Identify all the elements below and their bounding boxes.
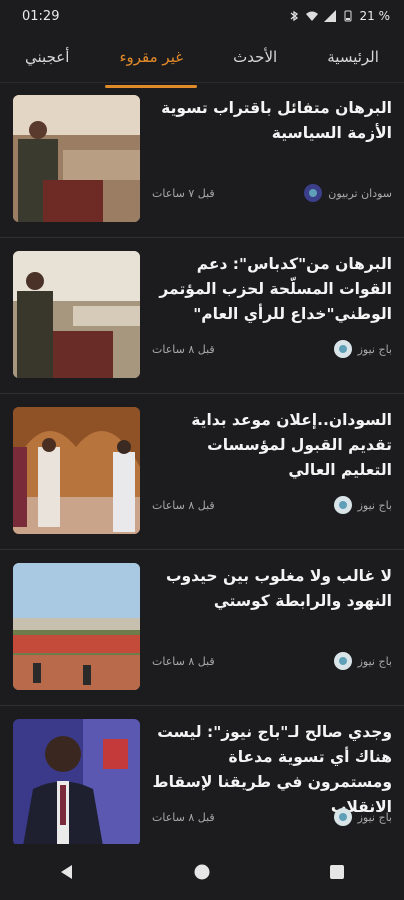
status-time: 01:29 xyxy=(22,8,60,24)
article-source: باج نيوز xyxy=(333,340,392,358)
article-title: وجدي صالح لـ"باج نيوز": ليست هناك أي تسو… xyxy=(152,723,392,816)
article-title: لا غالب ولا مغلوب بين حيدوب النهود والرا… xyxy=(165,567,392,610)
article-thumbnail xyxy=(13,563,140,690)
article-thumbnail xyxy=(13,407,140,534)
article-thumbnail xyxy=(13,719,140,846)
article-title: البرهان من"كدباس": دعم القوات المسلّحة ل… xyxy=(159,255,392,323)
article-card[interactable]: وجدي صالح لـ"باج نيوز": ليست هناك أي تسو… xyxy=(0,706,404,862)
source-logo-icon xyxy=(333,808,352,826)
back-button[interactable] xyxy=(47,852,87,892)
tab-liked[interactable]: أعجبني xyxy=(19,38,75,76)
back-triangle-icon xyxy=(61,865,73,879)
article-feed: البرهان متفائل باقتراب تسوية الأزمة السي… xyxy=(0,82,404,862)
article-thumbnail xyxy=(13,251,140,378)
home-button[interactable] xyxy=(182,852,222,892)
article-source: باج نيوز xyxy=(333,496,392,514)
article-source: سودان تربيون xyxy=(304,184,392,202)
article-time: قبل ٧ ساعات xyxy=(152,186,215,200)
source-name: باج نيوز xyxy=(357,654,392,668)
article-card[interactable]: السودان..إعلان موعد بداية تقديم القبول ل… xyxy=(0,394,404,550)
battery-level: 21 % xyxy=(359,9,391,23)
article-time: قبل ٨ ساعات xyxy=(152,498,215,512)
article-meta: باج نيوز قبل ٨ ساعات xyxy=(152,340,392,358)
article-card[interactable]: البرهان من"كدباس": دعم القوات المسلّحة ل… xyxy=(0,238,404,394)
article-meta: سودان تربيون قبل ٧ ساعات xyxy=(152,184,392,202)
recents-button[interactable] xyxy=(317,852,357,892)
article-meta: باج نيوز قبل ٨ ساعات xyxy=(152,808,392,826)
source-logo-icon xyxy=(333,496,352,514)
status-bar: 01:29 21 % xyxy=(0,0,404,32)
article-title: البرهان متفائل باقتراب تسوية الأزمة السي… xyxy=(161,99,392,142)
article-card[interactable]: لا غالب ولا مغلوب بين حيدوب النهود والرا… xyxy=(0,550,404,706)
tab-unread[interactable]: غير مقروء xyxy=(105,38,197,88)
article-meta: باج نيوز قبل ٨ ساعات xyxy=(152,652,392,670)
tab-home[interactable]: الرئيسية xyxy=(321,38,385,76)
bluetooth-icon xyxy=(290,10,298,22)
battery-icon xyxy=(344,10,351,22)
source-logo-icon xyxy=(333,340,352,358)
tab-bar: الرئيسية الأحدث غير مقروء أعجبني xyxy=(0,32,404,88)
source-name: باج نيوز xyxy=(357,810,392,824)
article-source: باج نيوز xyxy=(333,652,392,670)
recents-square-icon xyxy=(329,865,344,879)
source-name: باج نيوز xyxy=(357,342,392,356)
home-circle-icon xyxy=(194,864,210,880)
source-name: باج نيوز xyxy=(357,498,392,512)
source-logo-icon xyxy=(304,184,323,202)
signal-icon xyxy=(323,10,336,22)
article-time: قبل ٨ ساعات xyxy=(152,654,215,668)
wifi-icon xyxy=(305,11,318,21)
article-thumbnail xyxy=(13,95,140,222)
article-title: السودان..إعلان موعد بداية تقديم القبول ل… xyxy=(191,411,392,479)
status-icons: 21 % xyxy=(288,9,391,23)
tab-latest[interactable]: الأحدث xyxy=(227,38,283,76)
article-meta: باج نيوز قبل ٨ ساعات xyxy=(152,496,392,514)
article-card[interactable]: البرهان متفائل باقتراب تسوية الأزمة السي… xyxy=(0,82,404,238)
article-source: باج نيوز xyxy=(333,808,392,826)
system-nav-bar xyxy=(0,844,404,900)
article-time: قبل ٨ ساعات xyxy=(152,810,215,824)
source-name: سودان تربيون xyxy=(328,186,392,200)
source-logo-icon xyxy=(333,652,352,670)
article-time: قبل ٨ ساعات xyxy=(152,342,215,356)
